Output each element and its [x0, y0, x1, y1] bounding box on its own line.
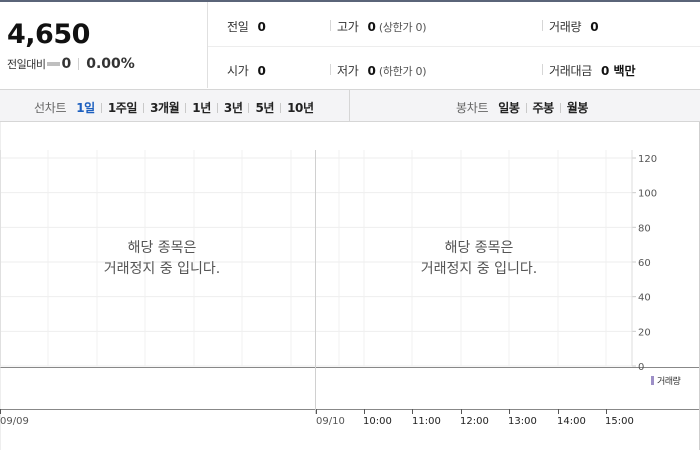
stat-separator: [542, 20, 543, 31]
stat-label: 전일: [227, 20, 249, 34]
tab-10-years[interactable]: 10년: [287, 99, 314, 116]
y-axis-label: 0: [638, 362, 644, 373]
candle-chart-tabs: 봉차트 일봉 주봉 월봉: [456, 99, 588, 116]
x-axis-label: 14:00: [557, 416, 586, 427]
x-axis-label: 12:00: [460, 416, 489, 427]
line-chart-label: 선차트: [34, 101, 67, 115]
tab-weekly-candle[interactable]: 주봉: [533, 99, 555, 116]
stat-value: 0: [367, 64, 376, 78]
stat-lower-limit: (하한가 0): [378, 65, 427, 78]
x-axis-label: 10:00: [363, 416, 392, 427]
stat-open: 시가 0: [227, 62, 266, 79]
candle-chart-label: 봉차트: [456, 101, 489, 115]
change-value: 0: [61, 56, 72, 72]
halt-message-line: 거래정지 중 입니다.: [420, 261, 538, 277]
x-axis-label: 13:00: [508, 416, 537, 427]
change-divider: [78, 58, 80, 70]
tab-daily-candle[interactable]: 일봉: [498, 99, 520, 116]
stat-label: 저가: [337, 64, 359, 78]
quote-summary: 4,650 전일대비 0 0.00% 전일 0 고가 0 (상한가 0) 거래량…: [0, 2, 700, 90]
tab-1-week[interactable]: 1주일: [108, 99, 138, 116]
stat-value: 0: [590, 20, 599, 34]
current-price: 4,650: [7, 19, 90, 50]
halt-message-line: 해당 종목은: [444, 240, 514, 256]
stat-label: 거래량: [549, 20, 582, 34]
tab-separator: [248, 102, 250, 113]
y-axis-label: 60: [638, 258, 651, 269]
halt-message-line: 거래정지 중 입니다.: [103, 261, 221, 277]
stat-upper-limit: (상한가 0): [378, 21, 427, 34]
tab-separator: [100, 102, 102, 113]
stat-label: 고가: [337, 20, 359, 34]
change-rate: 0.00%: [86, 56, 135, 72]
flat-change-icon: [47, 62, 61, 66]
tab-separator: [559, 102, 561, 113]
chart-toolbar: 선차트 1일 1주일 3개월 1년 3년 5년 10년 봉차트 일봉 주봉 월봉: [0, 90, 700, 122]
stat-low: 저가 0 (하한가 0): [337, 62, 426, 79]
y-axis-label: 80: [638, 223, 651, 234]
stat-value: 0 백만: [600, 64, 636, 78]
trading-halt-message-left: 해당 종목은 거래정지 중 입니다.: [62, 238, 262, 280]
x-axis-label: 09/10: [316, 416, 345, 427]
tab-1-day[interactable]: 1일: [76, 99, 95, 116]
price-chart-canvas: 120 100 80 60 40 20 0: [0, 122, 700, 450]
tab-separator: [525, 102, 527, 113]
quote-stats: 전일 0 고가 0 (상한가 0) 거래량 0 시가 0 저가 0 (하한가 0…: [208, 2, 700, 88]
stat-label: 시가: [227, 64, 249, 78]
x-axis-label: 11:00: [412, 416, 441, 427]
stock-chart-widget: 4,650 전일대비 0 0.00% 전일 0 고가 0 (상한가 0) 거래량…: [0, 0, 700, 450]
stat-amount: 거래대금 0 백만: [549, 62, 636, 79]
tab-3-years[interactable]: 3년: [224, 99, 243, 116]
change-label: 전일대비: [7, 58, 46, 71]
tab-monthly-candle[interactable]: 월봉: [567, 99, 589, 116]
change-row: 전일대비 0 0.00%: [7, 56, 135, 72]
tab-3-months[interactable]: 3개월: [150, 99, 180, 116]
y-axis-label: 20: [638, 327, 651, 338]
line-chart-period-tabs: 선차트 1일 1주일 3개월 1년 3년 5년 10년: [34, 99, 314, 116]
halt-message-line: 해당 종목은: [127, 240, 197, 256]
trading-halt-message-right: 해당 종목은 거래정지 중 입니다.: [379, 238, 579, 280]
stat-label: 거래대금: [549, 64, 592, 78]
stat-high: 고가 0 (상한가 0): [337, 18, 426, 35]
volume-legend-swatch: [651, 376, 654, 385]
stat-volume: 거래량 0: [549, 18, 599, 35]
y-axis-label: 100: [638, 189, 657, 200]
stat-value: 0: [367, 20, 376, 34]
volume-legend: 거래량: [651, 374, 681, 387]
tab-separator: [143, 102, 145, 113]
stat-prev-close: 전일 0: [227, 18, 266, 35]
toolbar-divider: [349, 90, 350, 121]
tab-separator: [185, 102, 187, 113]
stat-separator: [330, 64, 331, 75]
stat-value: 0: [257, 64, 266, 78]
x-axis-label: 09/09: [0, 416, 29, 427]
x-axis-label: 15:00: [605, 416, 634, 427]
tab-1-year[interactable]: 1년: [192, 99, 211, 116]
tab-5-years[interactable]: 5년: [255, 99, 274, 116]
y-axis-label: 40: [638, 293, 651, 304]
tab-separator: [280, 102, 282, 113]
stat-value: 0: [257, 20, 266, 34]
stat-separator: [542, 64, 543, 75]
price-panel: 4,650 전일대비 0 0.00%: [0, 2, 208, 88]
stats-row-divider: [208, 46, 700, 47]
stat-separator: [330, 20, 331, 31]
volume-legend-label: 거래량: [657, 377, 681, 387]
y-axis-label: 120: [638, 154, 657, 165]
tab-separator: [216, 102, 218, 113]
